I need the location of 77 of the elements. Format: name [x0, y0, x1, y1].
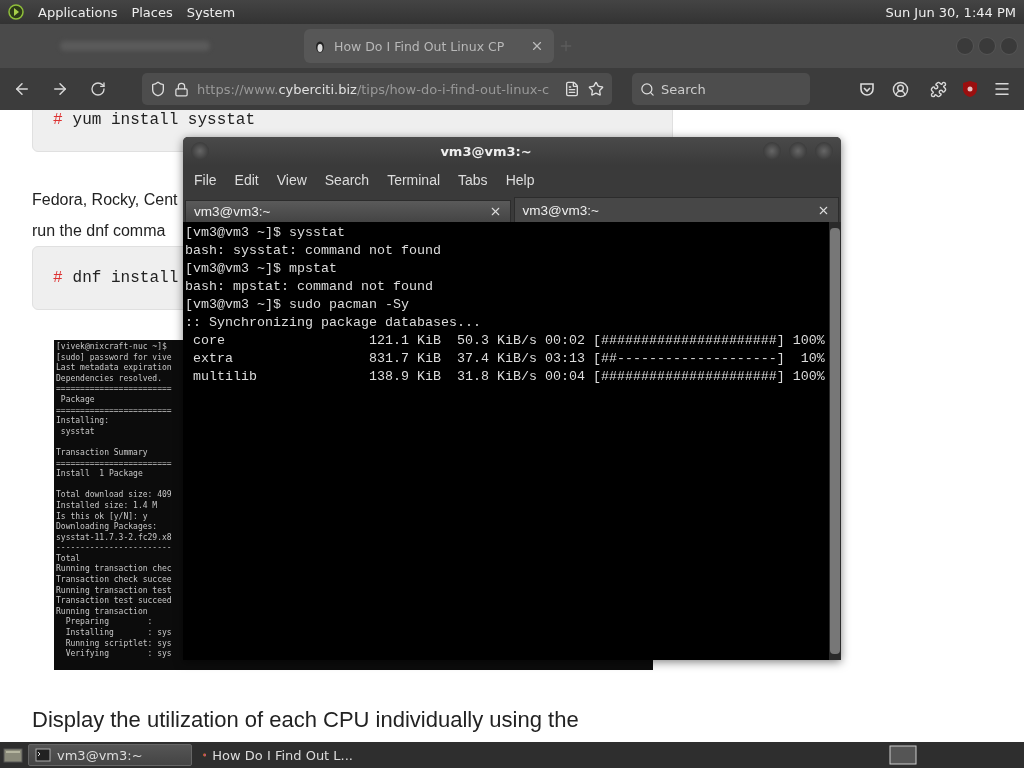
panel-menu[interactable]: Applications: [38, 4, 118, 20]
screenshot-line: Package: [59, 394, 95, 406]
menu-item[interactable]: Edit: [225, 172, 268, 188]
terminal-line: extra 831.7 KiB 37.4 KiB/s 03:13 [##--------------------] 10%: [192, 350, 826, 368]
terminal-icon: [35, 748, 51, 762]
workspace-switcher-icon[interactable]: [888, 744, 918, 766]
screenshot-line: Is this ok [y/N]: y: [56, 511, 148, 522]
terminal-line: :: Synchronizing package databases...: [185, 314, 482, 332]
search-icon: [640, 81, 655, 97]
menu-item[interactable]: View: [267, 172, 316, 188]
terminal-line: bash: sysstat: command not found: [185, 242, 442, 260]
show-desktop-icon[interactable]: [2, 745, 24, 765]
screenshot-line: Installing:: [56, 416, 109, 427]
code-command: dnf install: [72, 269, 179, 287]
prompt-hash: #: [53, 111, 63, 129]
shield-icon: [150, 81, 166, 97]
screenshot-line: Installing : sys: [64, 628, 172, 639]
panel-menu[interactable]: Places: [131, 4, 173, 20]
lock-icon: [174, 81, 189, 97]
taskbar-button[interactable]: vm3@vm3:~: [28, 744, 192, 766]
screenshot-line: Transaction test succeed: [56, 596, 172, 607]
screenshot-line: Preparing :: [64, 617, 153, 628]
screenshot-line: Dependencies resolved.: [56, 373, 162, 385]
screenshot-line: Running transaction: [56, 606, 148, 617]
screenshot-line: Install 1 Package: [56, 469, 143, 480]
menu-item[interactable]: Tabs: [449, 172, 497, 188]
pocket-icon[interactable]: [858, 80, 876, 98]
terminal-line: bash: mpstat: command not found: [185, 278, 434, 296]
screenshot-line: Transaction check succee: [56, 575, 172, 586]
screenshot-line: ========================: [56, 458, 172, 469]
screenshot-line: Total download size: 409: [56, 490, 172, 501]
code-command: yum install sysstat: [72, 111, 256, 129]
terminal-line: [vm3@vm3 ~]$ mpstat: [185, 260, 338, 278]
paragraph-line: Fedora, Rocky, Cent: [32, 190, 178, 210]
screenshot-line: Transaction Summary: [56, 447, 148, 459]
menu-item[interactable]: Help: [496, 172, 544, 188]
screenshot-line: [vivek@nixcraft-nuc ~]$: [56, 342, 167, 353]
screenshot-line: [sudo] password for vive: [56, 352, 172, 363]
scrollbar[interactable]: [829, 222, 841, 660]
window-title: vm3@vm3:~: [439, 143, 533, 159]
search-field[interactable]: Search: [632, 73, 810, 105]
clock: Sun Jun 30, 1:44 PM: [885, 4, 1016, 20]
screenshot-line: Total: [56, 553, 81, 564]
menu-item[interactable]: Terminal: [378, 172, 450, 188]
screenshot-line: Running transaction chec: [56, 564, 172, 575]
screenshot-line: ------------------------: [56, 543, 172, 554]
screenshot-line: Verifying : sys: [64, 649, 172, 660]
screenshot-line: ========================: [56, 384, 172, 395]
screenshot-line: sysstat: [59, 426, 95, 438]
terminal-tab[interactable]: vm3@vm3:~: [185, 200, 511, 222]
screenshot-line: Installed size: 1.4 M: [56, 500, 158, 512]
screenshot-line: Downloading Packages:: [56, 522, 158, 533]
terminal-line: [vm3@vm3 ~]$ sudo pacman -Sy: [185, 296, 410, 314]
reader-view-icon[interactable]: [564, 81, 580, 97]
address-bar[interactable]: https://www.cyberciti.biz/tips/how-do-i-find-out-linux-c: [142, 73, 612, 105]
terminal-tab[interactable]: vm3@vm3:~: [513, 197, 839, 222]
section-heading: Display the utilization of each CPU individually using the: [32, 706, 580, 734]
close-tab-icon[interactable]: [530, 39, 544, 53]
tux-icon: [314, 39, 326, 53]
screenshot-line: ========================: [56, 405, 172, 416]
screenshot-line: sysstat-11.7.3-2.fc29.x8: [56, 532, 172, 544]
ublock-shield-icon[interactable]: [962, 80, 978, 98]
terminal-line: multilib 138.9 KiB 31.8 KiB/s 00:04 [######################] 100%: [192, 368, 826, 386]
terminal-line: core 121.1 KiB 50.3 KiB/s 00:02 [######################] 100%: [192, 332, 826, 350]
prompt-hash: #: [53, 269, 63, 287]
screenshot-line: Running scriptlet: sys: [64, 638, 172, 649]
browser-tab[interactable]: How Do I Find Out Linux CP: [304, 29, 554, 63]
paragraph-line: run the dnf comma: [32, 221, 166, 241]
bookmark-star-icon[interactable]: [588, 81, 604, 97]
terminal-line: [vm3@vm3 ~]$ sysstat: [185, 224, 346, 242]
screenshot-line: Running transaction test: [56, 585, 172, 596]
taskbar-button[interactable]: How Do I Find Out L...: [196, 744, 360, 766]
applications-menu-icon[interactable]: [8, 4, 24, 20]
menu-item[interactable]: File: [185, 172, 226, 188]
menu-item[interactable]: Search: [315, 172, 379, 188]
panel-menu[interactable]: System: [186, 4, 236, 20]
screenshot-line: Last metadata expiration: [56, 363, 172, 374]
